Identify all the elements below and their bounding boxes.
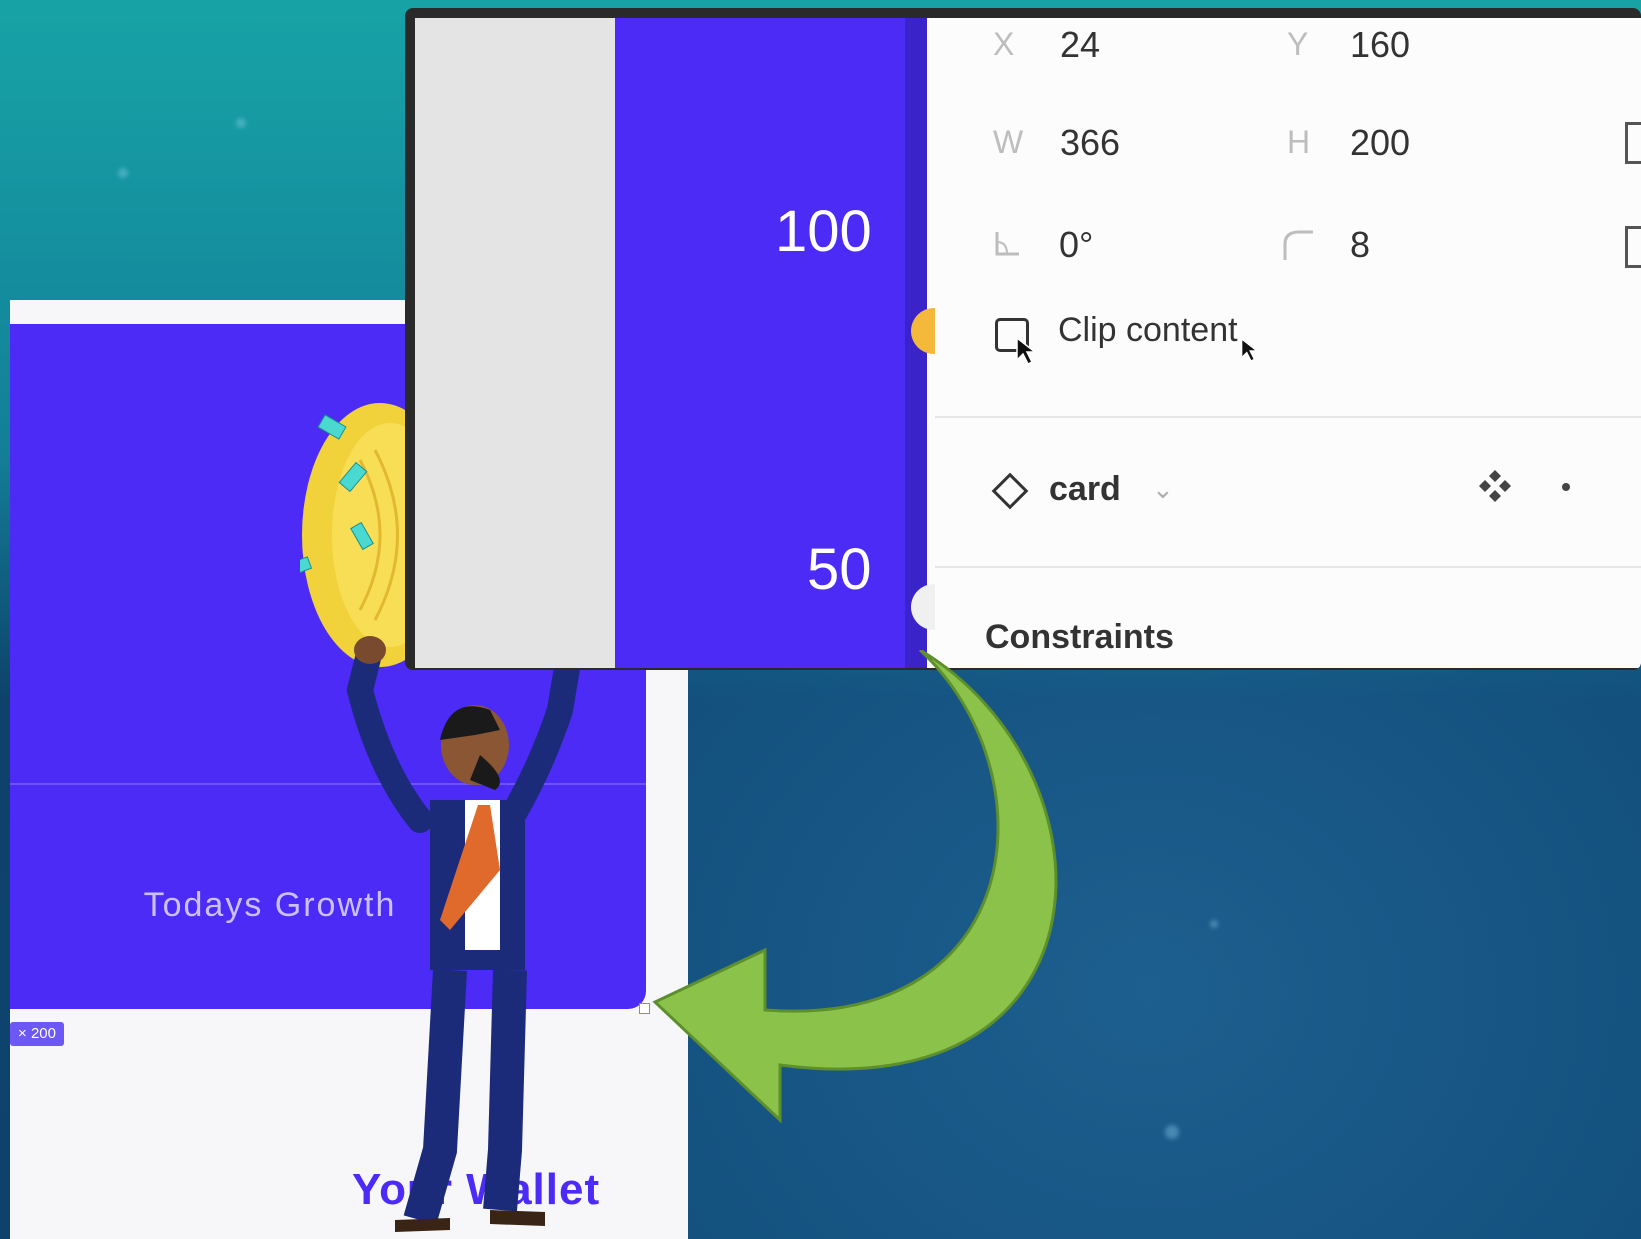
size-badge: × 200 <box>10 1022 64 1046</box>
resize-handle[interactable] <box>639 1003 650 1014</box>
h-label: H <box>1287 124 1311 160</box>
position-row: X 24 Y 160 <box>935 18 1641 78</box>
mouse-cursor-icon <box>1016 336 1038 366</box>
component-name[interactable]: card <box>1049 470 1121 509</box>
background-speck <box>118 168 128 178</box>
w-input[interactable]: 366 <box>1060 122 1120 164</box>
more-options-icon[interactable] <box>1562 483 1570 491</box>
section-separator <box>935 566 1641 568</box>
section-separator <box>935 416 1641 418</box>
y-label: Y <box>1287 26 1309 62</box>
mouse-cursor-icon <box>1241 337 1259 362</box>
x-input[interactable]: 24 <box>1060 24 1100 66</box>
rotation-radius-row: 0° 8 <box>935 218 1641 278</box>
zoomed-inspector-inner: 100 50 X 24 Y 160 W 366 H 200 0° 8 Clip … <box>415 18 1641 668</box>
y-input[interactable]: 160 <box>1350 24 1410 66</box>
component-instance-icon <box>991 472 1029 510</box>
rotation-icon <box>995 232 1019 256</box>
canvas-gray-area <box>415 18 615 668</box>
size-row: W 366 H 200 <box>935 118 1641 178</box>
independent-corners-icon[interactable] <box>1625 226 1641 268</box>
curved-arrow-icon <box>652 650 1058 1124</box>
zoomed-inspector-panel: 100 50 X 24 Y 160 W 366 H 200 0° 8 Clip … <box>405 8 1641 670</box>
constrain-proportions-icon[interactable] <box>1625 122 1641 164</box>
corner-radius-input[interactable]: 8 <box>1350 224 1370 266</box>
background-speck <box>236 118 246 128</box>
rotation-input[interactable]: 0° <box>1059 224 1093 266</box>
x-label: X <box>993 26 1015 62</box>
clip-content-label[interactable]: Clip content <box>1058 311 1238 350</box>
background-speck <box>1165 1125 1179 1139</box>
background-speck <box>1210 920 1218 928</box>
chevron-down-icon[interactable]: ⌄ <box>1152 474 1174 505</box>
go-to-main-component-icon[interactable] <box>1473 464 1517 508</box>
corner-radius-icon <box>1283 230 1313 260</box>
design-properties-panel: X 24 Y 160 W 366 H 200 0° 8 Clip content… <box>935 18 1641 668</box>
w-label: W <box>993 124 1024 160</box>
h-input[interactable]: 200 <box>1350 122 1410 164</box>
